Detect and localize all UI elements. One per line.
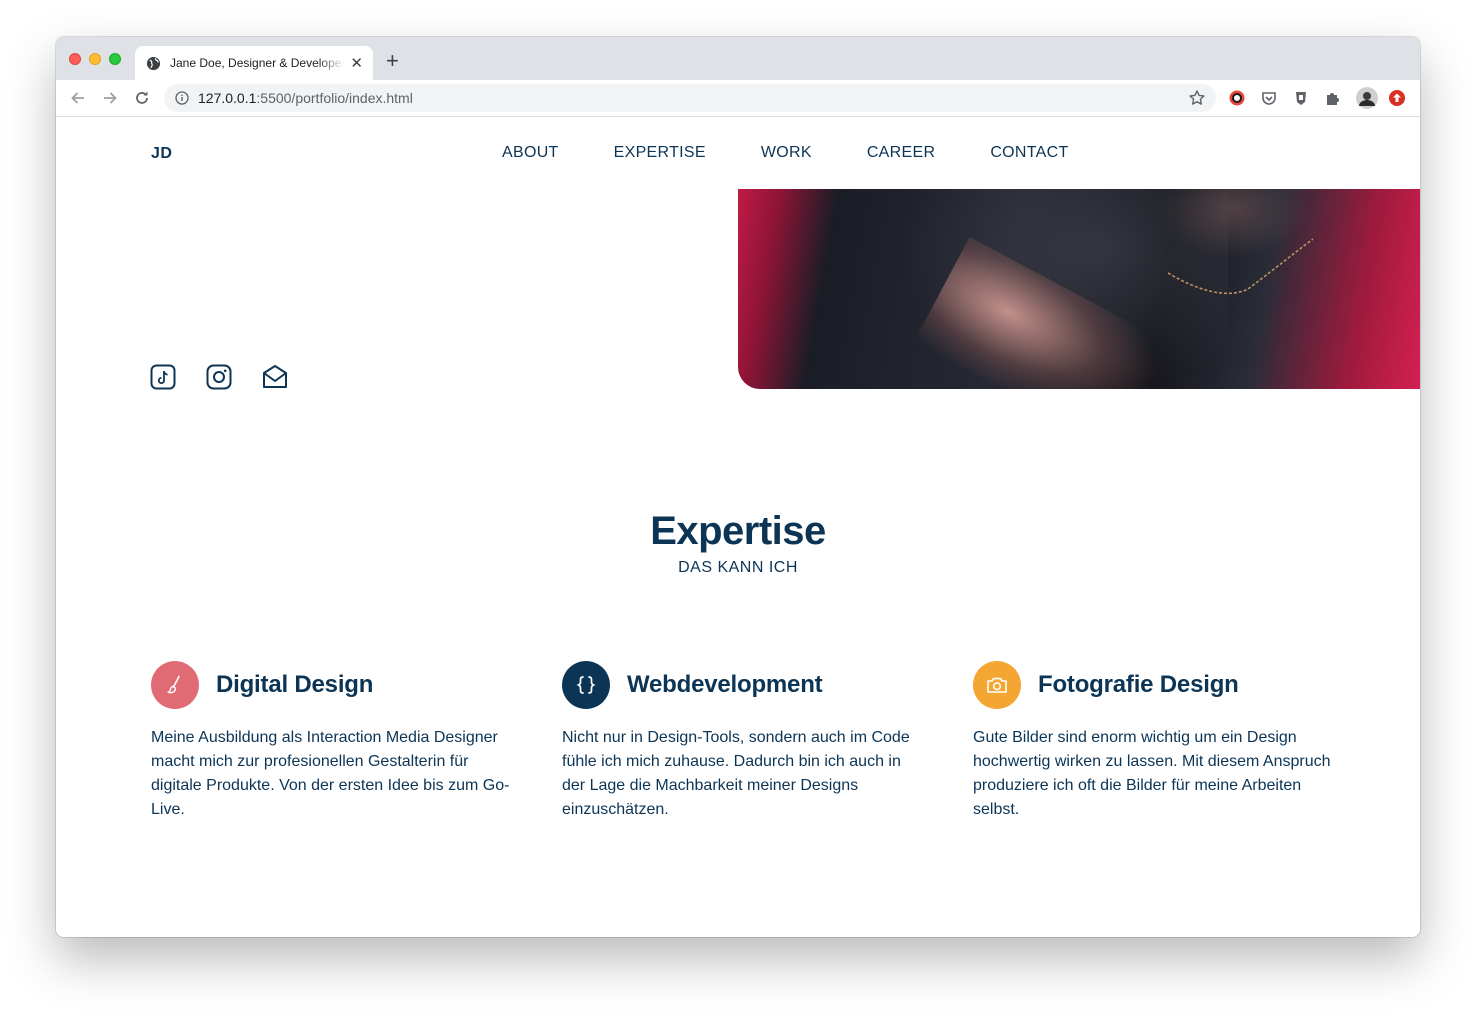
camera-icon	[973, 661, 1021, 709]
globe-icon	[146, 56, 161, 70]
card-title: Fotografie Design	[1038, 671, 1239, 698]
minimize-window-button[interactable]	[89, 53, 101, 65]
expertise-subtitle: DAS KANN ICH	[678, 559, 798, 576]
card-text: Gute Bilder sind enorm wichtig um ein De…	[973, 729, 1331, 818]
card-title: Webdevelopment	[627, 671, 823, 698]
nav-expertise[interactable]: EXPERTISE	[614, 144, 706, 162]
update-icon[interactable]	[1388, 89, 1406, 107]
browser-toolbar: 127.0.0.1:5500/portfolio/index.html	[56, 80, 1420, 117]
url-host: 127.0.0.1	[198, 90, 257, 106]
reload-icon[interactable]	[132, 88, 152, 108]
pocket-icon[interactable]	[1260, 89, 1278, 107]
maximize-window-button[interactable]	[109, 53, 121, 65]
nav-about[interactable]: ABOUT	[502, 144, 559, 162]
expertise-card-digital-design: Digital Design Meine Ausbildung als Inte…	[151, 661, 511, 822]
instagram-icon[interactable]	[206, 364, 232, 390]
hero-photo	[738, 189, 1420, 389]
close-window-button[interactable]	[69, 53, 81, 65]
code-braces-icon	[562, 661, 610, 709]
site-logo[interactable]: JD	[151, 145, 172, 163]
extension-1-icon[interactable]	[1228, 89, 1246, 107]
brush-icon	[151, 661, 199, 709]
shield-extension-icon[interactable]	[1292, 89, 1310, 107]
card-text: Nicht nur in Design-Tools, sondern auch …	[562, 729, 910, 818]
tab-close-icon[interactable]: ✕	[350, 56, 363, 71]
expertise-card-fotografie: Fotografie Design Gute Bilder sind enorm…	[973, 661, 1333, 822]
tab-strip: Jane Doe, Designer & Developer ✕ +	[56, 37, 1420, 80]
card-title: Digital Design	[216, 671, 374, 698]
url-path: :5500/portfolio/index.html	[256, 90, 413, 106]
necklace-detail	[1168, 238, 1314, 295]
card-text: Meine Ausbildung als Interaction Media D…	[151, 729, 510, 818]
extensions-puzzle-icon[interactable]	[1324, 89, 1342, 107]
address-bar[interactable]: 127.0.0.1:5500/portfolio/index.html	[164, 84, 1216, 112]
expertise-card-webdevelopment: Webdevelopment Nicht nur in Design-Tools…	[562, 661, 922, 822]
nav-contact[interactable]: CONTACT	[990, 144, 1068, 162]
nav-career[interactable]: CAREER	[867, 144, 935, 162]
back-icon[interactable]	[68, 88, 88, 108]
main-nav: ABOUT EXPERTISE WORK CAREER CONTACT	[502, 144, 1124, 162]
new-tab-button[interactable]: +	[386, 50, 399, 72]
expertise-title: Expertise	[650, 509, 826, 553]
mail-icon[interactable]	[262, 364, 288, 390]
tab-title: Jane Doe, Designer & Developer	[170, 56, 345, 70]
portfolio-page: JD ABOUT EXPERTISE WORK CAREER CONTACT E…	[56, 117, 1420, 937]
browser-window: Jane Doe, Designer & Developer ✕ + 127.0…	[56, 37, 1420, 937]
forward-icon[interactable]	[100, 88, 120, 108]
tiktok-icon[interactable]	[150, 364, 176, 390]
url-text: 127.0.0.1:5500/portfolio/index.html	[198, 90, 413, 106]
browser-tab[interactable]: Jane Doe, Designer & Developer ✕	[135, 46, 373, 80]
nav-work[interactable]: WORK	[761, 144, 812, 162]
bookmark-star-icon[interactable]	[1188, 89, 1206, 107]
profile-avatar[interactable]	[1356, 87, 1378, 109]
info-icon[interactable]	[175, 91, 189, 105]
